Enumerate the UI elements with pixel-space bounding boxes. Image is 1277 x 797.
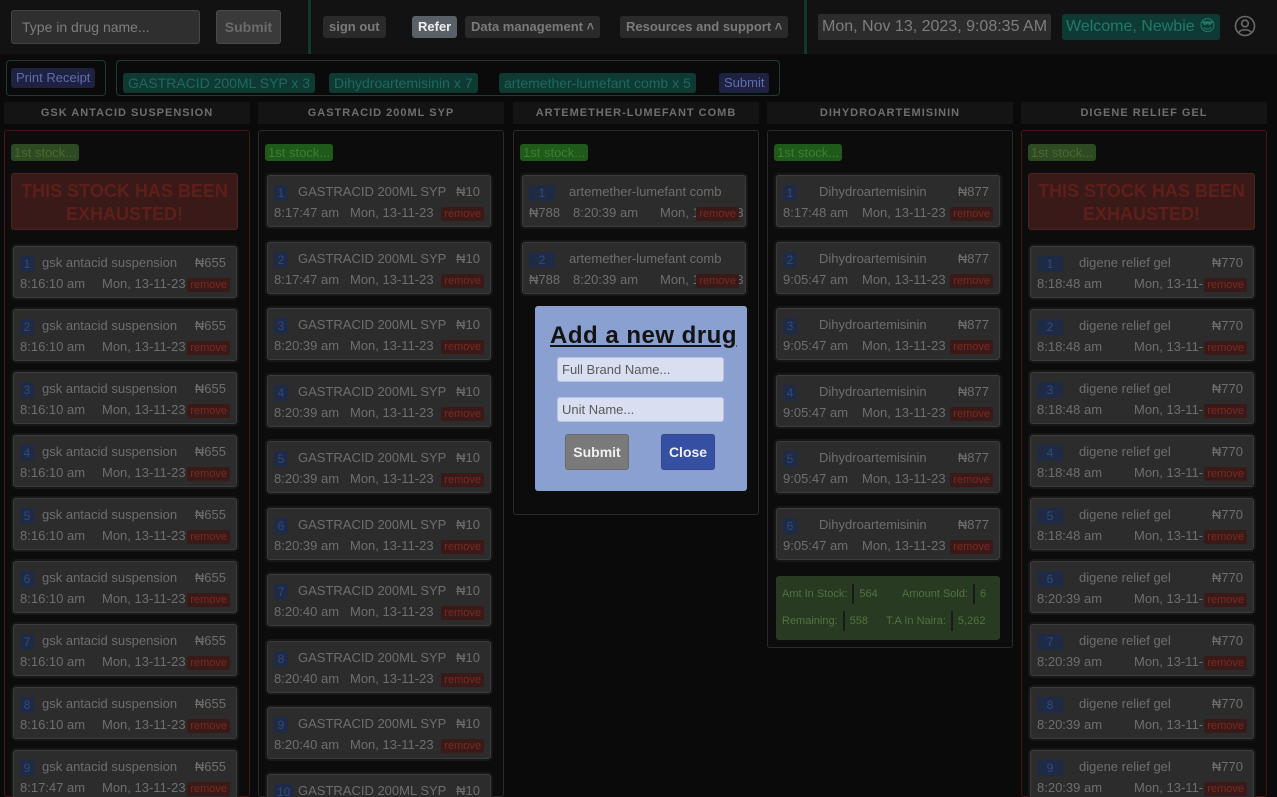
modal-title: Add a new drug <box>550 322 737 349</box>
brand-name-input[interactable] <box>557 357 724 382</box>
unit-name-input[interactable] <box>557 397 724 422</box>
add-drug-modal: Add a new drug Submit Close <box>535 306 747 491</box>
modal-close-button[interactable]: Close <box>661 434 715 470</box>
modal-submit-button[interactable]: Submit <box>565 434 629 470</box>
